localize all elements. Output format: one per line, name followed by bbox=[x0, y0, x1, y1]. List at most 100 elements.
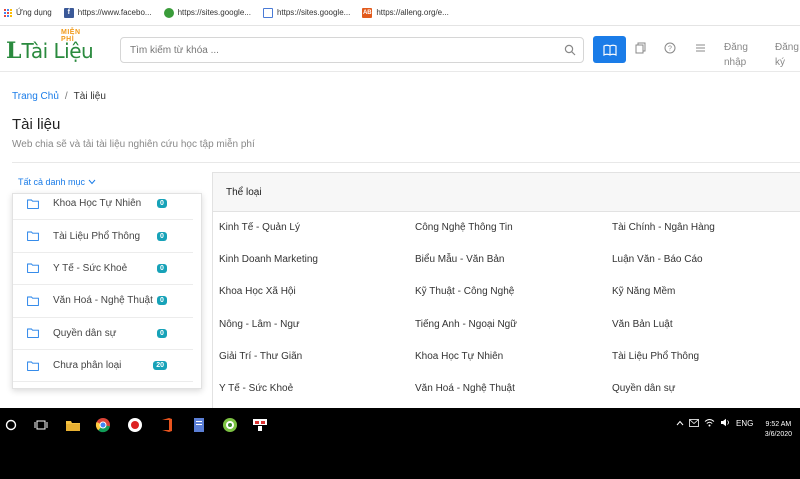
login-link[interactable]: Đăng nhập bbox=[724, 40, 756, 70]
dropdown-category-item[interactable]: Y Tế - Sức Khoẻ 0 bbox=[13, 253, 193, 286]
main-content: Trang Chủ / Tài liệu Tài liệu Web chia s… bbox=[0, 72, 800, 408]
category-count-badge: 0 bbox=[157, 199, 167, 209]
start-button[interactable] bbox=[2, 416, 20, 434]
bookmark-facebook[interactable]: f https://www.facebo... bbox=[63, 7, 152, 18]
svg-text:?: ? bbox=[668, 46, 672, 53]
office-button[interactable] bbox=[158, 416, 176, 434]
all-categories-toggle[interactable]: Tất cả danh mục bbox=[18, 177, 96, 187]
hamburger-icon bbox=[695, 44, 705, 52]
category-link[interactable]: Giải Trí - Thư Giãn bbox=[219, 351, 302, 362]
bookmark-label: https://sites.google... bbox=[276, 8, 351, 17]
dropdown-category-label: Chưa phân loại bbox=[53, 360, 122, 372]
help-button[interactable]: ? bbox=[663, 41, 677, 55]
breadcrumb-home[interactable]: Trang Chủ bbox=[12, 91, 59, 102]
search-input[interactable] bbox=[130, 44, 557, 56]
category-dropdown-list: Khoa Học Tự Nhiên 0 Tài Liệu Phổ Thông 0 Y T… bbox=[13, 194, 193, 383]
wifi-icon[interactable] bbox=[704, 418, 715, 429]
dropdown-category-item[interactable]: Quyền dân sự 0 bbox=[13, 318, 193, 350]
dropdown-category-label: Quyền dân sự bbox=[53, 327, 117, 339]
register-link[interactable]: Đăng ký bbox=[775, 40, 800, 70]
file-explorer-button[interactable] bbox=[64, 416, 82, 434]
category-link[interactable]: Luận Văn - Báo Cáo bbox=[612, 254, 703, 265]
login-label-line1: Đăng bbox=[724, 42, 748, 53]
category-link[interactable]: Y Tế - Sức Khoẻ bbox=[219, 383, 293, 394]
category-link[interactable]: Kỹ Thuật - Công Nghệ bbox=[415, 286, 514, 297]
category-count-badge: 0 bbox=[157, 231, 167, 241]
dropdown-category-item[interactable]: Văn Hoá - Nghệ Thuật 0 bbox=[13, 285, 193, 318]
app-button[interactable] bbox=[251, 416, 269, 434]
category-link[interactable]: Tiếng Anh - Ngoại Ngữ bbox=[415, 319, 517, 330]
mail-icon[interactable] bbox=[689, 418, 699, 429]
documents-button[interactable] bbox=[593, 36, 626, 63]
app-window-icon bbox=[253, 419, 267, 431]
category-link[interactable]: Khoa Học Xã Hội bbox=[219, 286, 296, 297]
category-link[interactable]: Biểu Mẫu - Văn Bản bbox=[415, 254, 505, 265]
chrome-icon bbox=[95, 418, 110, 433]
record-icon bbox=[128, 418, 142, 432]
open-book-icon bbox=[602, 44, 617, 56]
page-title: Tài liệu bbox=[12, 116, 61, 133]
dropdown-category-label: Y Tế - Sức Khoẻ bbox=[53, 262, 128, 274]
clock-date: 3/6/2020 bbox=[764, 431, 792, 438]
dropdown-category-item[interactable]: Tài Liệu Phổ Thông 0 bbox=[13, 220, 193, 253]
category-link[interactable]: Văn Hoá - Nghệ Thuật bbox=[415, 383, 515, 394]
dropdown-category-item[interactable]: Khoa Học Tự Nhiên 0 bbox=[13, 194, 193, 221]
cortana-icon bbox=[5, 419, 17, 431]
category-link[interactable]: Văn Bản Luật bbox=[612, 319, 673, 330]
site-logo[interactable]: L Tài Liệu MIỄN PHÍ bbox=[6, 29, 94, 64]
panel-title: Thể loại bbox=[213, 173, 800, 212]
category-count-badge: 0 bbox=[157, 263, 167, 273]
sites-icon bbox=[262, 7, 273, 18]
copy-button[interactable] bbox=[633, 41, 647, 55]
category-link[interactable]: Khoa Học Tự Nhiên bbox=[415, 351, 503, 362]
copy-icon bbox=[635, 42, 645, 54]
globe-icon bbox=[163, 7, 174, 18]
language-indicator[interactable]: ENG bbox=[736, 419, 753, 428]
office-icon bbox=[162, 418, 172, 432]
search-button[interactable] bbox=[557, 38, 583, 62]
document-icon bbox=[194, 418, 204, 432]
page-subtitle: Web chia sẽ và tải tài liệu nghiên cứu h… bbox=[12, 139, 255, 150]
category-link[interactable]: Nông - Lâm - Ngư bbox=[219, 319, 300, 330]
category-link[interactable]: Tài Liệu Phổ Thông bbox=[612, 351, 699, 362]
bookmarks-bar: Ứng dụng f https://www.facebo... https:/… bbox=[0, 0, 800, 26]
dropdown-category-label: Khoa Học Tự Nhiên bbox=[53, 198, 142, 210]
recorder-button[interactable] bbox=[126, 416, 144, 434]
breadcrumb: Trang Chủ / Tài liệu bbox=[12, 91, 106, 102]
category-link[interactable]: Kinh Tế - Quản Lý bbox=[219, 222, 300, 233]
bookmark-label: https://sites.google... bbox=[177, 8, 251, 17]
dropdown-category-item[interactable]: Chưa phân loại 20 bbox=[13, 350, 193, 383]
coccoc-button[interactable] bbox=[221, 416, 239, 434]
register-label-line1: Đăng bbox=[775, 42, 799, 53]
chrome-button[interactable] bbox=[94, 416, 112, 434]
ab-icon: AB bbox=[362, 7, 373, 18]
login-label-line2: nhập bbox=[724, 57, 747, 68]
folder-icon bbox=[27, 199, 39, 209]
task-view-button[interactable] bbox=[32, 416, 50, 434]
clock[interactable]: 9:52 AM 3/6/2020 bbox=[765, 420, 792, 440]
bookmark-google-sites-2[interactable]: https://sites.google... bbox=[262, 7, 351, 18]
folder-icon bbox=[27, 296, 39, 306]
search-icon bbox=[564, 44, 576, 56]
category-link[interactable]: Công Nghệ Thông Tin bbox=[415, 222, 513, 233]
bookmark-google-sites-1[interactable]: https://sites.google... bbox=[163, 7, 251, 18]
document-app-button[interactable] bbox=[190, 416, 208, 434]
category-count-badge: 0 bbox=[157, 296, 167, 306]
bookmark-alleng[interactable]: AB https://alleng.org/e... bbox=[362, 7, 449, 18]
menu-button[interactable] bbox=[693, 41, 707, 55]
all-categories-label: Tất cả danh mục bbox=[18, 177, 86, 187]
volume-icon[interactable] bbox=[720, 418, 731, 429]
category-dropdown: Khoa Học Tự Nhiên 0 Tài Liệu Phổ Thông 0 Y T… bbox=[12, 193, 202, 389]
dropdown-category-label: Văn Hoá - Nghệ Thuật bbox=[53, 295, 153, 307]
category-link[interactable]: Kinh Doanh Marketing bbox=[219, 254, 318, 265]
logo-tagline: MIỄN PHÍ bbox=[61, 29, 81, 43]
bookmark-label: https://www.facebo... bbox=[77, 8, 152, 17]
category-link[interactable]: Kỹ Năng Mềm bbox=[612, 286, 675, 297]
system-tray: ENG bbox=[676, 418, 753, 429]
chevron-up-icon[interactable] bbox=[676, 419, 684, 428]
category-count-badge: 0 bbox=[157, 328, 167, 338]
category-link[interactable]: Quyền dân sự bbox=[612, 383, 675, 394]
windows-taskbar: ENG 9:52 AM 3/6/2020 bbox=[0, 408, 800, 443]
bookmark-apps[interactable]: Ứng dụng bbox=[4, 8, 52, 17]
category-link[interactable]: Tài Chính - Ngân Hàng bbox=[612, 222, 715, 233]
